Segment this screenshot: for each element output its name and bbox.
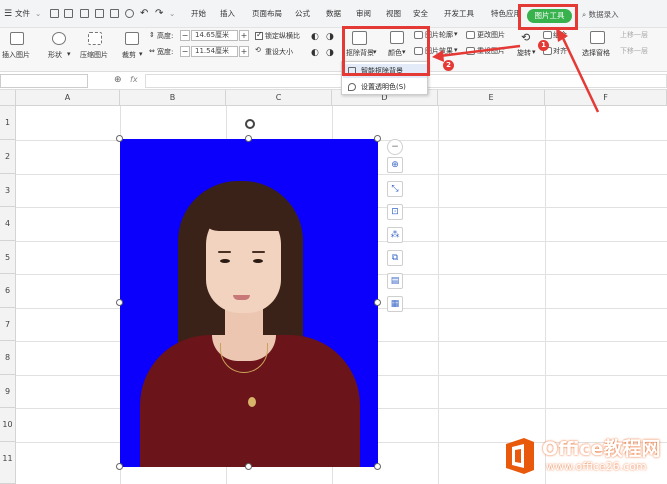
arrow-to-remove-background <box>439 44 521 58</box>
arrowhead <box>432 50 444 62</box>
arrowhead <box>556 28 568 42</box>
arrow-to-picture-tools <box>560 35 600 113</box>
annotation-arrows <box>432 28 600 113</box>
watermark: Office教程网 www.office26.com <box>494 430 666 482</box>
watermark-url: www.office26.com <box>546 460 647 473</box>
watermark-title: Office教程网 <box>542 438 661 460</box>
office-logo-icon <box>506 438 534 474</box>
